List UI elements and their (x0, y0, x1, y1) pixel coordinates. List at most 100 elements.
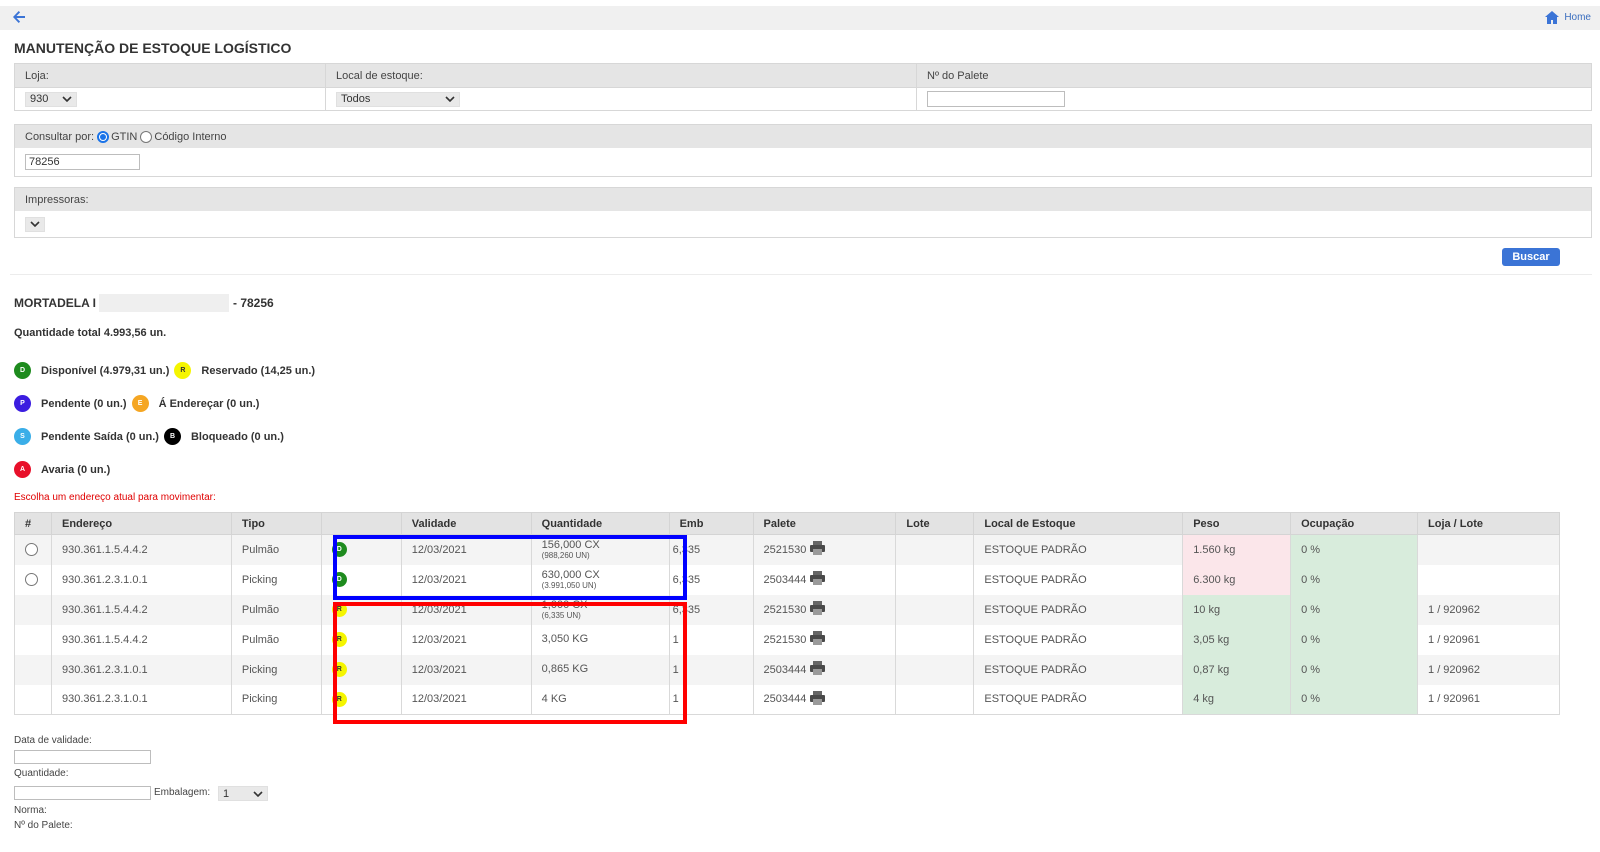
divider (10, 274, 1592, 275)
select-cell (14, 684, 52, 715)
peso-cell: 6.300 kg (1182, 564, 1292, 595)
column-header: Palete (752, 512, 897, 535)
endereco-cell: 930.361.1.5.4.4.2 (50, 534, 232, 565)
table-row[interactable]: 930.361.2.3.1.0.1 Picking D 12/03/2021 630,0… (14, 564, 1560, 595)
tipo-cell: Pulmão (230, 624, 322, 655)
local-estoque-cell: ESTOQUE PADRÃO (973, 684, 1184, 715)
status-badge: D (331, 542, 347, 558)
select-radio[interactable] (25, 573, 38, 586)
validade-cell: 12/03/2021 (400, 684, 532, 715)
local-estoque-cell: ESTOQUE PADRÃO (973, 624, 1184, 655)
printer-icon[interactable] (809, 661, 826, 678)
palete-wrap: 2503444 (763, 690, 895, 708)
endereco-cell: 930.361.2.3.1.0.1 (50, 684, 232, 715)
table-row[interactable]: 930.361.1.5.4.4.2 Pulmão D 12/03/2021 156,00… (14, 534, 1560, 565)
printer-icon[interactable] (809, 571, 826, 588)
status-badge: R (331, 662, 347, 677)
column-header: Peso (1182, 512, 1292, 535)
table-header-row: # Endereço Tipo Validade Quantidade Emb Palete… (14, 512, 1560, 535)
column-header: Tipo (230, 512, 322, 535)
printer-icon[interactable] (809, 690, 826, 708)
printer-icon[interactable] (809, 631, 826, 648)
choose-address-message: Escolha um endereço atual para movimenta… (14, 492, 216, 503)
emb-cell: 6,335 (668, 594, 754, 625)
emb-cell: 1 (668, 624, 754, 655)
endereco-cell: 930.361.1.5.4.4.2 (50, 624, 232, 655)
home-link[interactable]: Home (1545, 11, 1591, 24)
palete-number: 2503444 (763, 573, 807, 586)
product-name: MORTADELA I (14, 296, 96, 310)
emb-cell: 1 (668, 684, 754, 715)
ocupacao-cell: 0 % (1290, 534, 1419, 565)
local-estoque-cell: ESTOQUE PADRÃO (973, 594, 1184, 625)
validade-cell: 12/03/2021 (400, 654, 532, 685)
legend-label: Pendente (0 un.) (41, 397, 127, 410)
palete-input[interactable] (927, 91, 1065, 107)
palete-number: 2521530 (763, 543, 807, 556)
status-badge: R (174, 362, 192, 379)
local-select-value: Todos (341, 93, 371, 105)
peso-cell: 3,05 kg (1182, 624, 1292, 655)
back-arrow-icon[interactable] (11, 9, 27, 25)
column-header: Local de Estoque (973, 512, 1184, 535)
lote-cell (895, 654, 975, 685)
column-header: Loja / Lote (1417, 512, 1560, 535)
embalagem-select-value: 1 (223, 787, 230, 800)
status-badge: D (14, 362, 31, 379)
palete-label: Nº do Palete (916, 64, 1591, 87)
status-badge: S (14, 428, 31, 445)
stock-table: # Endereço Tipo Validade Quantidade Emb Palete… (14, 512, 1560, 715)
status-badge: E (131, 395, 149, 412)
gtin-radio[interactable] (97, 130, 110, 143)
emb-cell: 1 (668, 654, 754, 685)
validade-input[interactable] (14, 750, 151, 764)
palete-number: 2503444 (763, 693, 807, 706)
legend-item: B Bloqueado (0 un.) (163, 428, 284, 445)
table-row[interactable]: 930.361.1.5.4.4.2 Pulmão R 12/03/2021 1,000 … (14, 594, 1560, 625)
embalagem-select[interactable]: 1 (218, 786, 268, 801)
table-row[interactable]: 930.361.2.3.1.0.1 Picking R 12/03/2021 0,865… (14, 654, 1560, 685)
table-row[interactable]: 930.361.1.5.4.4.2 Pulmão R 12/03/2021 3,050 … (14, 624, 1560, 655)
printer-icon[interactable] (809, 541, 826, 558)
select-cell (14, 654, 52, 685)
embalagem-label: Embalagem: (154, 787, 211, 798)
product-title: MORTADELA I - 78256 (14, 294, 274, 312)
select-cell (14, 624, 52, 655)
palete-number: 2503444 (763, 663, 807, 676)
palete-wrap: 2503444 (764, 571, 895, 588)
tipo-cell: Picking (230, 654, 322, 685)
palete-wrap: 2521530 (764, 541, 895, 558)
emb-cell: 6,335 (668, 534, 754, 565)
tipo-cell: Picking (230, 564, 322, 595)
ocupacao-cell: 0 % (1290, 624, 1419, 655)
quantidade-input[interactable] (14, 786, 151, 800)
endereco-cell: 930.361.2.3.1.0.1 (50, 564, 232, 595)
tipo-cell: Pulmão (230, 534, 322, 565)
peso-cell: 4 kg (1182, 684, 1292, 715)
status-badge: A (14, 461, 31, 478)
impressoras-label: Impressoras: (25, 193, 89, 206)
column-header: Ocupação (1290, 512, 1419, 535)
loja-select[interactable]: 930 (25, 91, 77, 107)
chevron-down-icon (30, 221, 40, 227)
codigo-interno-radio[interactable] (140, 130, 153, 143)
ocupacao-cell: 0 % (1290, 684, 1419, 715)
search-input[interactable]: 78256 (25, 154, 140, 170)
legend-label: Bloqueado (0 un.) (190, 430, 284, 443)
table-row[interactable]: 930.361.2.3.1.0.1 Picking R 12/03/2021 4 KG 1… (14, 684, 1560, 715)
tipo-cell: Picking (230, 684, 322, 715)
quantidade-sub: (6,335 UN) (541, 610, 581, 620)
chevron-down-icon (62, 96, 72, 102)
peso-cell: 1.560 kg (1182, 534, 1292, 565)
buscar-button[interactable]: Buscar (1502, 248, 1560, 266)
impressoras-select[interactable] (25, 216, 45, 232)
gtin-label: GTIN (111, 130, 138, 143)
legend-label: Avaria (0 un.) (41, 463, 111, 476)
local-select[interactable]: Todos (336, 91, 460, 107)
palete-form-label: Nº do Palete: (14, 820, 73, 831)
palete-wrap: 2503444 (764, 661, 895, 678)
status-badge: B (163, 428, 181, 445)
printer-icon[interactable] (809, 601, 826, 618)
legend-item: R Reservado (14,25 un.) (174, 362, 315, 379)
select-radio[interactable] (25, 543, 38, 557)
